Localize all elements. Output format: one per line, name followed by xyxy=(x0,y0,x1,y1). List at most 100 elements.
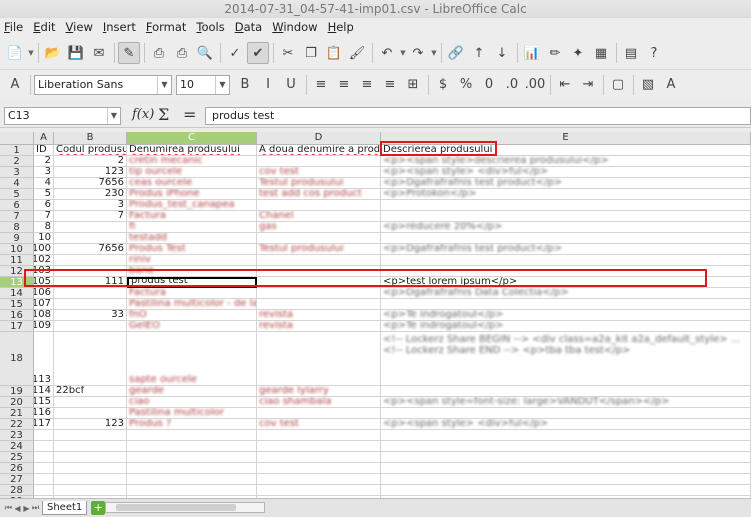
cell-b17[interactable] xyxy=(54,321,127,332)
cell-e1[interactable]: Descrierea produsului xyxy=(381,145,751,156)
cell-b4[interactable]: 7656 xyxy=(54,178,127,189)
cell-b18[interactable] xyxy=(54,332,127,386)
row-header[interactable]: 23 xyxy=(0,430,34,441)
cell-c5[interactable]: Produs iPhone xyxy=(127,189,257,200)
cell-e18[interactable]: <!-- Lockerz Share BEGIN --> <div class=… xyxy=(381,332,751,386)
chevron-down-icon[interactable]: ▼ xyxy=(399,49,407,57)
font-size-combo[interactable]: 10 ▼ xyxy=(176,74,230,95)
cell-c26[interactable] xyxy=(127,463,257,474)
cell-d25[interactable] xyxy=(257,452,381,463)
cell-d27[interactable] xyxy=(257,474,381,485)
cell-e25[interactable] xyxy=(381,452,751,463)
cell-c12[interactable]: bane xyxy=(127,266,257,277)
sort-descending-icon[interactable]: ↓ xyxy=(491,42,513,64)
italic-icon[interactable]: I xyxy=(257,74,279,96)
cell-e26[interactable] xyxy=(381,463,751,474)
row-header[interactable]: 10 xyxy=(0,244,34,255)
increase-indent-icon[interactable]: ⇥ xyxy=(577,74,599,96)
row-header[interactable]: 22 xyxy=(0,419,34,430)
cell-b22[interactable]: 123 xyxy=(54,419,127,430)
menu-format[interactable]: Format xyxy=(146,20,187,34)
menu-insert[interactable]: Insert xyxy=(103,20,136,34)
cell-d22[interactable]: cov test xyxy=(257,419,381,430)
row-header[interactable]: 14 xyxy=(0,288,34,299)
cell-a17[interactable]: 109 xyxy=(34,321,54,332)
column-header-b[interactable]: B xyxy=(54,132,127,145)
menu-data[interactable]: Data xyxy=(235,20,262,34)
chevron-down-icon[interactable]: ▼ xyxy=(215,75,229,94)
cell-d15[interactable] xyxy=(257,299,381,310)
prev-sheet-icon[interactable]: ◀ xyxy=(13,504,22,513)
cell-d24[interactable] xyxy=(257,441,381,452)
formula-input[interactable]: produs test xyxy=(205,107,751,125)
cell-a7[interactable]: 7 xyxy=(34,211,54,222)
cell-b9[interactable] xyxy=(54,233,127,244)
cell-e5[interactable]: <p>Protokon</p> xyxy=(381,189,751,200)
export-pdf-icon[interactable]: ⎙ xyxy=(148,42,170,64)
font-color-icon[interactable]: A xyxy=(660,74,682,96)
cell-a15[interactable]: 107 xyxy=(34,299,54,310)
align-left-icon[interactable]: ≡ xyxy=(310,74,332,96)
undo-icon[interactable]: ↶ xyxy=(376,42,398,64)
cell-d12[interactable] xyxy=(257,266,381,277)
spreadsheet-grid[interactable]: ABCDE 1ID Codul produsuluiDenumirea produs… xyxy=(0,132,751,498)
cell-b24[interactable] xyxy=(54,441,127,452)
column-header-e[interactable]: E xyxy=(381,132,751,145)
add-sheet-icon[interactable]: + xyxy=(91,501,106,515)
cell-a14[interactable]: 106 xyxy=(34,288,54,299)
row-header[interactable]: 27 xyxy=(0,474,34,485)
cell-a10[interactable]: 100 xyxy=(34,244,54,255)
edit-mode-icon[interactable]: ✎ xyxy=(118,42,140,64)
cell-a22[interactable]: 117 xyxy=(34,419,54,430)
cell-e4[interactable]: <p>Dgafrafrafnis test product</p> xyxy=(381,178,751,189)
background-color-icon[interactable]: ▧ xyxy=(637,74,659,96)
cell-b5[interactable]: 230 xyxy=(54,189,127,200)
standard-format-icon[interactable]: 0 xyxy=(478,74,500,96)
cell-d10[interactable]: Testul produsului xyxy=(257,244,381,255)
cell-a11[interactable]: 102 xyxy=(34,255,54,266)
cell-a20[interactable]: 115 xyxy=(34,397,54,408)
insert-chart-icon[interactable]: 📊 xyxy=(521,42,543,64)
row-header[interactable]: 4 xyxy=(0,178,34,189)
menu-edit[interactable]: Edit xyxy=(33,20,55,34)
cell-a13[interactable]: 105 xyxy=(34,277,54,288)
cell-d3[interactable]: cov test xyxy=(257,167,381,178)
horizontal-scrollbar[interactable] xyxy=(105,502,265,513)
row-header[interactable]: 26 xyxy=(0,463,34,474)
cell-a4[interactable]: 4 xyxy=(34,178,54,189)
cell-c24[interactable] xyxy=(127,441,257,452)
cell-b20[interactable] xyxy=(54,397,127,408)
cell-d17[interactable]: revista xyxy=(257,321,381,332)
cell-d19[interactable]: gearde lylarry xyxy=(257,386,381,397)
chevron-down-icon[interactable]: ▼ xyxy=(27,49,35,57)
cut-icon[interactable]: ✂ xyxy=(277,42,299,64)
last-sheet-icon[interactable]: ⏭ xyxy=(31,503,40,513)
cell-c23[interactable] xyxy=(127,430,257,441)
cell-c7[interactable]: Factura xyxy=(127,211,257,222)
column-header-a[interactable]: A xyxy=(34,132,54,145)
cell-a8[interactable]: 8 xyxy=(34,222,54,233)
cell-d1[interactable]: A doua denumire a produsului xyxy=(257,145,381,156)
print-preview-icon[interactable]: 🔍 xyxy=(194,42,216,64)
cell-e28[interactable] xyxy=(381,485,751,496)
cell-d21[interactable] xyxy=(257,408,381,419)
cell-b11[interactable] xyxy=(54,255,127,266)
cell-e23[interactable] xyxy=(381,430,751,441)
cell-b27[interactable] xyxy=(54,474,127,485)
cell-b28[interactable] xyxy=(54,485,127,496)
cell-d8[interactable]: gas xyxy=(257,222,381,233)
cell-c21[interactable]: Pastilina multicolor xyxy=(127,408,257,419)
cell-a19[interactable]: 114 xyxy=(34,386,54,397)
copy-icon[interactable]: ❐ xyxy=(300,42,322,64)
decrease-indent-icon[interactable]: ⇤ xyxy=(554,74,576,96)
cell-b2[interactable]: 2 xyxy=(54,156,127,167)
cell-b7[interactable]: 7 xyxy=(54,211,127,222)
cell-c11[interactable]: riniv xyxy=(127,255,257,266)
cell-e12[interactable] xyxy=(381,266,751,277)
add-decimal-icon[interactable]: .0 xyxy=(501,74,523,96)
row-header[interactable]: 7 xyxy=(0,211,34,222)
menu-file[interactable]: File xyxy=(4,20,23,34)
bold-icon[interactable]: B xyxy=(234,74,256,96)
cell-e2[interactable]: <p><span style>descrierea produsului</p> xyxy=(381,156,751,167)
paste-icon[interactable]: 📋 xyxy=(323,42,345,64)
